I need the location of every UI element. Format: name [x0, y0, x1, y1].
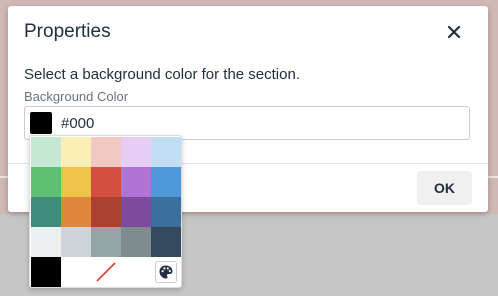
empty-swatch-slot: [121, 257, 151, 287]
color-value-text[interactable]: #000: [61, 115, 94, 132]
color-swatch[interactable]: [121, 137, 151, 167]
color-swatch[interactable]: [31, 167, 61, 197]
remove-color-icon: [96, 262, 116, 282]
color-swatch[interactable]: [31, 137, 61, 167]
color-swatch[interactable]: [91, 197, 121, 227]
palette-icon: [159, 265, 173, 279]
color-swatch[interactable]: [31, 227, 61, 257]
color-swatch[interactable]: [61, 137, 91, 167]
custom-color-button[interactable]: [151, 257, 181, 287]
color-swatch[interactable]: [151, 197, 181, 227]
dialog-description: Select a background color for the sectio…: [24, 66, 300, 83]
color-swatch[interactable]: [151, 167, 181, 197]
color-swatch[interactable]: [61, 227, 91, 257]
color-palette-popup: [29, 135, 182, 288]
close-icon: [447, 25, 461, 39]
color-swatch[interactable]: [151, 137, 181, 167]
color-swatch[interactable]: [151, 227, 181, 257]
color-swatch[interactable]: [31, 197, 61, 227]
color-swatch-grid: [31, 137, 181, 287]
color-swatch[interactable]: [121, 197, 151, 227]
color-swatch-black[interactable]: [31, 257, 61, 287]
color-swatch[interactable]: [91, 137, 121, 167]
ok-button[interactable]: OK: [417, 171, 472, 205]
remove-color-button[interactable]: [91, 257, 121, 287]
dialog-title: Properties: [24, 21, 111, 42]
color-swatch[interactable]: [61, 167, 91, 197]
empty-swatch-slot: [61, 257, 91, 287]
color-swatch[interactable]: [121, 227, 151, 257]
close-button[interactable]: [440, 18, 468, 46]
color-swatch[interactable]: [91, 227, 121, 257]
color-swatch[interactable]: [61, 197, 91, 227]
color-swatch[interactable]: [121, 167, 151, 197]
color-swatch[interactable]: [91, 167, 121, 197]
selected-color-swatch[interactable]: [30, 112, 52, 134]
dialog-header: Properties: [8, 6, 488, 58]
custom-color-box: [155, 261, 177, 283]
background-color-label: Background Color: [24, 89, 129, 104]
